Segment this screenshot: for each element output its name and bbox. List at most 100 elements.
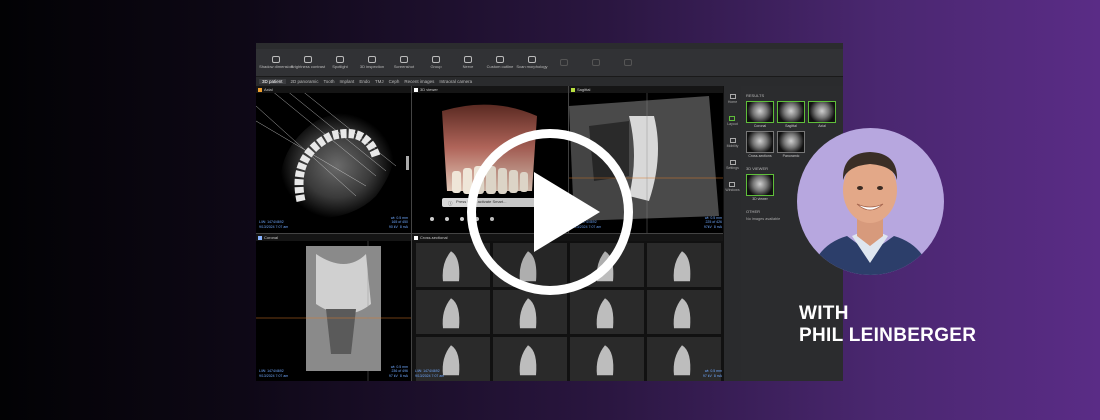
thumb-image: [746, 174, 774, 196]
thumb-image: [746, 101, 774, 123]
pane-title: Axial: [264, 87, 273, 92]
home-icon: [729, 94, 736, 99]
cross-color-marker: [414, 235, 418, 240]
sidebar-settings: Settings: [726, 160, 739, 170]
thumb-image: [746, 131, 774, 153]
thumb-cross-sections: Cross-sections: [746, 131, 774, 158]
tool-group: Group: [420, 50, 452, 76]
tool-icon: [272, 56, 280, 63]
tool-icon: [528, 56, 536, 63]
tool-icon: [592, 59, 600, 66]
thumb-image: [777, 101, 805, 123]
sidebar-mobility: Mobility: [726, 138, 739, 148]
sidebar-label: Mobility: [726, 144, 739, 148]
presenter-avatar: [807, 152, 934, 275]
tool-icon: [560, 59, 568, 66]
thumb-image: [808, 101, 836, 123]
tab-3d-patient: 3D patient: [259, 79, 286, 84]
tool-3d-inspection: 3D inspection: [356, 50, 388, 76]
tab-2d-panoramic: 2D panoramic: [290, 79, 319, 84]
tool-spotlight: Spotlight: [324, 50, 356, 76]
tab-intraoral-camera: Intraoral camera: [439, 79, 473, 84]
tool-disabled: [548, 50, 580, 76]
tab-endo: Endo: [359, 79, 370, 84]
axial-color-marker: [258, 87, 262, 92]
tool-label: Scan morphology: [516, 64, 548, 69]
thumb-coronal: Coronal: [746, 101, 774, 128]
axial-scan-image: [256, 86, 411, 233]
tool-label: Brightness contrast: [290, 64, 326, 69]
presenter-name: PHIL LEINBERGER: [799, 325, 977, 346]
module-tabs: 3D patient 2D panoramic Tooth Implant En…: [256, 77, 843, 86]
thumb-label: Coronal: [753, 124, 767, 128]
thumb-3d-viewer: 3D viewer: [746, 174, 774, 201]
tool-label: Spotlight: [332, 64, 348, 69]
tool-icon: [400, 56, 408, 63]
tool-label: Custom outline: [486, 64, 514, 69]
sidebar-label: Home: [727, 100, 738, 104]
pane-title: 3D viewer: [420, 87, 438, 92]
tool-disabled: [612, 50, 644, 76]
sidebar-layout: Layout: [727, 116, 738, 126]
tool-label: Group: [430, 64, 442, 69]
tool-icon: [432, 56, 440, 63]
thumb-label: Sagittal: [785, 124, 797, 128]
coronal-view: Coronal L/W: 1474/4692 9/13/2024 7:07 am…: [256, 234, 411, 381]
pane-title: Coronal: [264, 235, 279, 240]
sidebar-label: Windows: [725, 188, 740, 192]
coronal-scan-image: [256, 234, 411, 381]
tool-label: Shadow dimension: [259, 64, 293, 69]
tool-screenshot: Screenshot: [388, 50, 420, 76]
play-button[interactable]: [467, 129, 633, 295]
tool-label: Screenshot: [393, 64, 415, 69]
tool-icon: [304, 56, 312, 63]
3d-viewer-header: 3D viewer: [412, 86, 568, 93]
coronal-color-marker: [258, 235, 262, 240]
tab-recent-images: Recent images: [404, 79, 435, 84]
tab-tmj: TMJ: [374, 79, 384, 84]
tool-custom-outline: Custom outline: [484, 50, 516, 76]
toolbar-ribbon: Shadow dimension Brightness contrast Spo…: [256, 49, 843, 77]
sidebar-windows: Windows: [725, 182, 740, 192]
axial-view: Axial L/W: 1474/4692 9/13/2024 7:07 am w…: [256, 86, 411, 233]
settings-icon: [729, 160, 736, 165]
tool-label: 3D inspection: [359, 64, 385, 69]
coronal-view-header: Coronal: [256, 234, 411, 241]
smart-notice: ⓘ: [448, 200, 453, 207]
pane-title: Sagittal: [577, 87, 591, 92]
tool-icon: [624, 59, 632, 66]
axial-view-header: Axial: [256, 86, 411, 93]
tool-icon: [496, 56, 504, 63]
tab-tooth: Tooth: [323, 79, 335, 84]
side-toolbar: Home Layout Mobility Settings Windows: [723, 86, 741, 381]
pane-title: Cross-sectional: [420, 235, 448, 240]
coronal-info-left: L/W: 1474/4692 9/13/2024 7:07 am: [259, 369, 289, 378]
axial-info-left: L/W: 1474/4692 9/13/2024 7:07 am: [259, 220, 289, 229]
sidebar-label: Settings: [726, 166, 739, 170]
tool-shadow-dimension: Shadow dimension: [259, 50, 293, 76]
sidebar-home: Home: [728, 94, 737, 104]
thumb-axial: Axial: [808, 101, 836, 128]
tool-brightness-contrast: Brightness contrast: [290, 50, 326, 76]
cross-info-left: L/W: 1474/4692 9/13/2024 7:07 am: [415, 369, 445, 378]
coronal-info-right: wt: 0.5 mm 236 of 496 97 kV 8 mA: [388, 364, 408, 378]
tool-disabled: [580, 50, 612, 76]
with-label: WITH: [799, 303, 849, 324]
tab-implant: Implant: [339, 79, 355, 84]
tool-icon: [464, 56, 472, 63]
tool-label: Nerve: [462, 64, 474, 69]
layout-icon: [729, 116, 736, 121]
3d-color-marker: [414, 87, 418, 92]
tool-scan-morphology: Scan morphology: [516, 50, 548, 76]
play-icon: [534, 172, 600, 252]
presenter-photo: [797, 128, 944, 294]
sidebar-label: Layout: [727, 122, 738, 126]
presenter-credit: WITH PHIL LEINBERGER: [799, 303, 976, 347]
windows-icon: [729, 182, 736, 187]
thumb-sagittal: Sagittal: [777, 101, 805, 128]
mobility-icon: [729, 138, 736, 143]
tool-icon: [368, 56, 376, 63]
tool-nerve: Nerve: [452, 50, 484, 76]
thumb-label: 3D viewer: [752, 197, 768, 201]
axial-info-right: wt: 0.5 mm 165 of 450 90 kV 8 mA: [388, 215, 408, 229]
